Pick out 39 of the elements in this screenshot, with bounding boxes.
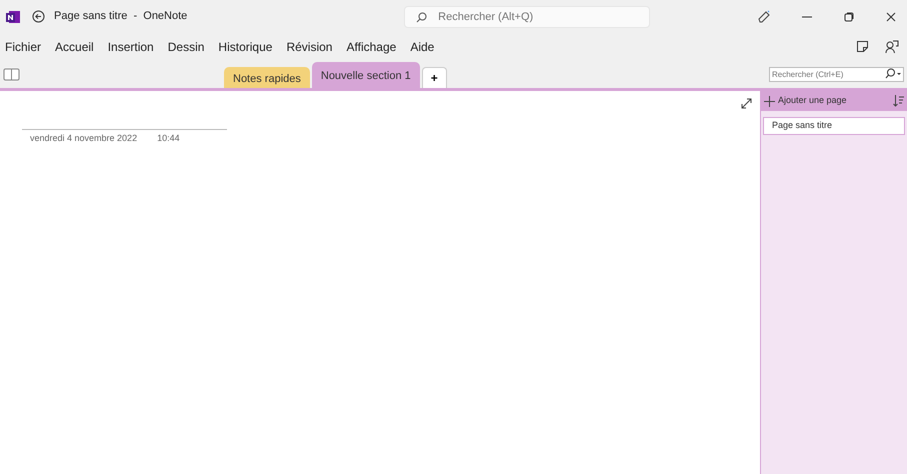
sort-icon [893, 95, 904, 107]
menu-item[interactable]: Dessin [162, 38, 210, 56]
menu-item[interactable]: Affichage [341, 38, 402, 56]
search-field[interactable]: Rechercher (Alt+Q) [404, 6, 650, 28]
pen-button[interactable] [757, 10, 771, 24]
restore-icon [843, 10, 855, 22]
menu-item[interactable]: Révision [281, 38, 338, 56]
time-text: 10:44 [157, 132, 180, 145]
back-button[interactable] [32, 10, 45, 23]
page-item[interactable]: Page sans titre [763, 117, 905, 134]
back-icon [32, 10, 45, 23]
notebook-icon [3, 68, 20, 80]
add-section-tab[interactable]: + [422, 67, 447, 88]
menu-item[interactable]: Historique [213, 38, 278, 56]
section-tab[interactable]: Notes rapides [224, 66, 310, 88]
search-icon [884, 68, 902, 80]
notebooks-button[interactable] [3, 68, 20, 80]
close-button[interactable] [885, 10, 897, 22]
notebook-search-field[interactable]: Rechercher (Ctrl+E) [769, 66, 904, 82]
share-button[interactable] [885, 40, 899, 54]
date-text: vendredi 4 novembre 2022 [30, 132, 138, 145]
app-logo-icon [6, 10, 20, 24]
menu-item[interactable]: Accueil [50, 38, 99, 56]
sticky-note-button[interactable] [856, 40, 869, 54]
search-icon [416, 12, 428, 22]
expand-icon [741, 98, 752, 109]
pen-icon [757, 10, 771, 24]
menu-item[interactable]: Insertion [102, 38, 159, 56]
close-icon [885, 10, 897, 22]
menu-item[interactable]: Aide [405, 38, 440, 56]
sort-button[interactable] [893, 95, 904, 107]
window-title: Page sans titre - OneNote [54, 9, 188, 24]
note-icon [856, 40, 869, 53]
person-icon [885, 40, 899, 54]
plus-icon [764, 96, 775, 106]
expand-button[interactable] [741, 98, 752, 109]
menu-item[interactable]: Fichier [0, 38, 46, 56]
section-tab[interactable]: Nouvelle section 1 [312, 62, 420, 88]
restore-button[interactable] [843, 10, 855, 22]
